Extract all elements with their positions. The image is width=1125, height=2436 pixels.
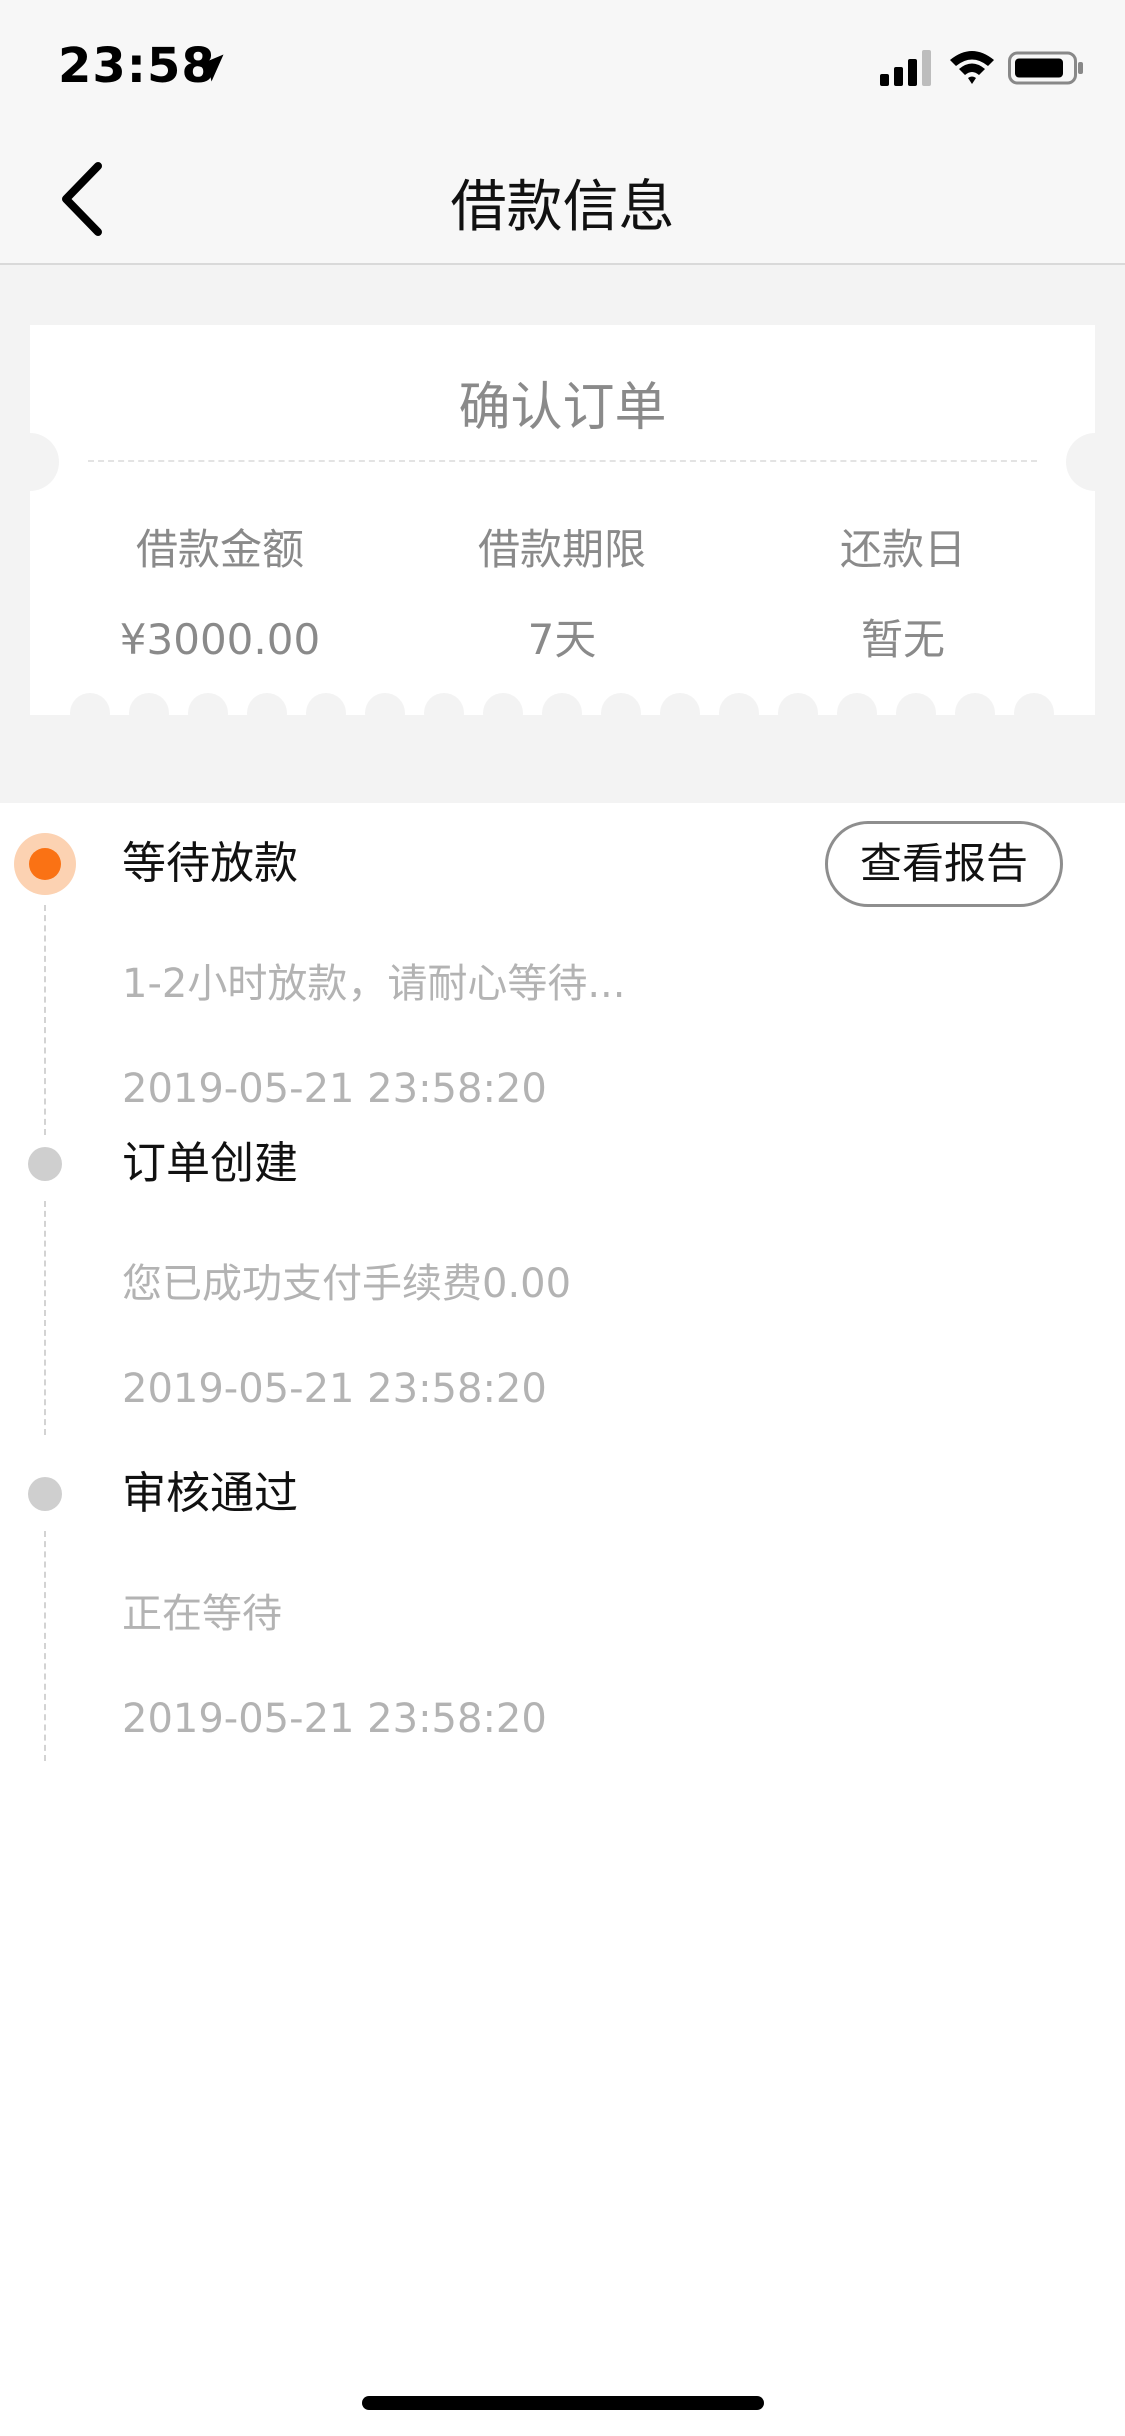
repay-date-label: 还款日 xyxy=(839,525,966,574)
view-report-button[interactable]: 查看报告 xyxy=(825,821,1063,907)
ticket-notch-right xyxy=(1066,433,1095,491)
step-timestamp: 2019-05-21 23:58:20 xyxy=(122,1066,547,1112)
step-description: 您已成功支付手续费0.00 xyxy=(122,1261,572,1307)
timeline-connector xyxy=(44,1201,46,1435)
timeline-connector xyxy=(44,905,46,1135)
inactive-step-dot xyxy=(14,1133,76,1195)
loan-term-value: 7天 xyxy=(527,615,597,664)
step-timestamp: 2019-05-21 23:58:20 xyxy=(122,1696,547,1742)
active-step-dot xyxy=(14,833,76,895)
repay-date-column: 还款日 暂无 xyxy=(733,525,1073,665)
status-bar: 23:58 xyxy=(0,0,1125,132)
order-summary-section: 确认订单 借款金额 ¥3000.00 借款期限 7天 还款日 暂无 xyxy=(0,265,1125,803)
step-title: 等待放款 xyxy=(122,838,298,889)
step-title: 订单创建 xyxy=(122,1138,298,1189)
order-ticket-card: 确认订单 借款金额 ¥3000.00 借款期限 7天 还款日 暂无 xyxy=(30,325,1095,715)
step-description: 正在等待 xyxy=(122,1591,282,1637)
ticket-scallop-edge xyxy=(30,693,1095,715)
order-card-title: 确认订单 xyxy=(458,378,667,438)
ticket-notch-left xyxy=(30,433,59,491)
page-title: 借款信息 xyxy=(450,175,675,240)
loan-amount-column: 借款金额 ¥3000.00 xyxy=(50,525,390,665)
home-indicator[interactable] xyxy=(362,2396,764,2410)
inactive-step-dot xyxy=(14,1463,76,1525)
ticket-divider xyxy=(88,460,1037,462)
loan-amount-value: ¥3000.00 xyxy=(119,615,321,664)
step-timestamp: 2019-05-21 23:58:20 xyxy=(122,1366,547,1412)
wifi-icon xyxy=(950,51,994,84)
location-arrow-icon xyxy=(196,54,224,82)
loan-status-timeline: 等待放款 查看报告 1-2小时放款，请耐心等待... 2019-05-21 23… xyxy=(0,803,1125,1803)
repay-date-value: 暂无 xyxy=(860,615,945,664)
loan-amount-label: 借款金额 xyxy=(135,525,304,574)
timeline-connector xyxy=(44,1531,46,1761)
step-description: 1-2小时放款，请耐心等待... xyxy=(122,961,626,1007)
loan-term-label: 借款期限 xyxy=(477,525,646,574)
battery-icon xyxy=(1008,51,1083,85)
step-title: 审核通过 xyxy=(122,1468,298,1519)
loan-term-column: 借款期限 7天 xyxy=(392,525,732,665)
nav-bar: 借款信息 xyxy=(0,132,1125,265)
signal-icon xyxy=(880,50,931,86)
